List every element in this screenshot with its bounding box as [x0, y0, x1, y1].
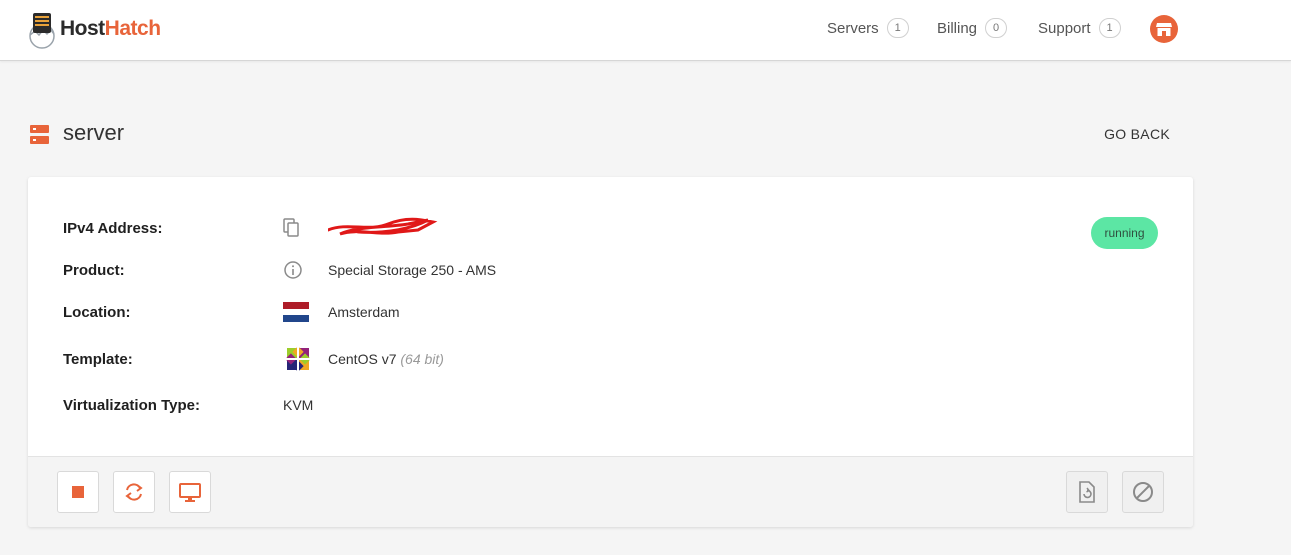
top-navigation-bar: HostHatch Servers 1 Billing 0 Support 1 — [0, 0, 1291, 61]
ipv4-label: IPv4 Address: — [63, 219, 163, 237]
brand-name: HostHatch — [60, 17, 161, 41]
restart-button[interactable] — [113, 471, 155, 513]
location-label: Location: — [63, 303, 131, 321]
product-label: Product: — [63, 261, 125, 279]
server-details-card: IPv4 Address: Product: Special Storage 2… — [28, 177, 1193, 527]
detail-row-virtualization: Virtualization Type: KVM — [63, 393, 763, 417]
stop-button[interactable] — [57, 471, 99, 513]
ipv4-value — [326, 216, 438, 241]
nav-support[interactable]: Support 1 — [1038, 18, 1121, 38]
template-label: Template: — [63, 350, 133, 368]
product-value: Special Storage 250 - AMS — [328, 262, 497, 278]
copy-icon[interactable] — [283, 218, 301, 238]
logo-egg-icon — [29, 13, 55, 49]
nav-billing-count: 0 — [985, 18, 1008, 38]
nav-support-count: 1 — [1098, 18, 1121, 38]
virtualization-label: Virtualization Type: — [63, 396, 200, 414]
reinstall-button[interactable] — [1066, 471, 1108, 513]
nav-billing[interactable]: Billing 0 — [937, 18, 1008, 38]
detail-row-product: Product: Special Storage 250 - AMS — [63, 258, 763, 282]
store-icon — [1156, 23, 1172, 36]
location-value: Amsterdam — [328, 304, 400, 320]
hosthatch-logo[interactable]: HostHatch — [26, 8, 161, 50]
template-os-bits: (64 bit) — [400, 351, 444, 367]
restart-icon — [125, 483, 143, 501]
nav-servers-label: Servers — [827, 19, 879, 37]
template-value: CentOS v7 (64 bit) — [328, 351, 444, 367]
cancel-icon — [1133, 482, 1153, 502]
console-button[interactable] — [169, 471, 211, 513]
server-icon — [30, 125, 49, 144]
info-icon — [284, 261, 302, 279]
detail-row-ipv4: IPv4 Address: — [63, 216, 763, 240]
nav-billing-label: Billing — [937, 19, 978, 37]
detail-row-location: Location: Amsterdam — [63, 300, 763, 324]
virtualization-value: KVM — [283, 397, 314, 413]
netherlands-flag-icon — [283, 302, 309, 322]
page-title: server — [63, 120, 125, 145]
centos-logo-icon — [285, 346, 311, 372]
stop-icon — [72, 486, 84, 498]
server-actions-toolbar — [28, 456, 1193, 527]
template-os-name: CentOS v7 — [328, 351, 397, 367]
brand-name-part1: Host — [60, 17, 105, 40]
nav-servers[interactable]: Servers 1 — [827, 18, 909, 38]
nav-support-label: Support — [1038, 19, 1091, 37]
nav-servers-count: 1 — [886, 18, 909, 38]
go-back-button[interactable]: GO BACK — [1104, 126, 1170, 142]
status-badge: running — [1091, 217, 1158, 249]
brand-name-part2: Hatch — [104, 17, 161, 40]
console-icon — [179, 483, 201, 502]
user-avatar-button[interactable] — [1150, 15, 1178, 43]
page-header: server GO BACK — [30, 120, 1170, 150]
redaction-scribble — [326, 217, 438, 235]
reinstall-icon — [1079, 481, 1095, 503]
cancel-button[interactable] — [1122, 471, 1164, 513]
detail-row-template: Template: CentOS v7 (64 bit) — [63, 346, 763, 372]
